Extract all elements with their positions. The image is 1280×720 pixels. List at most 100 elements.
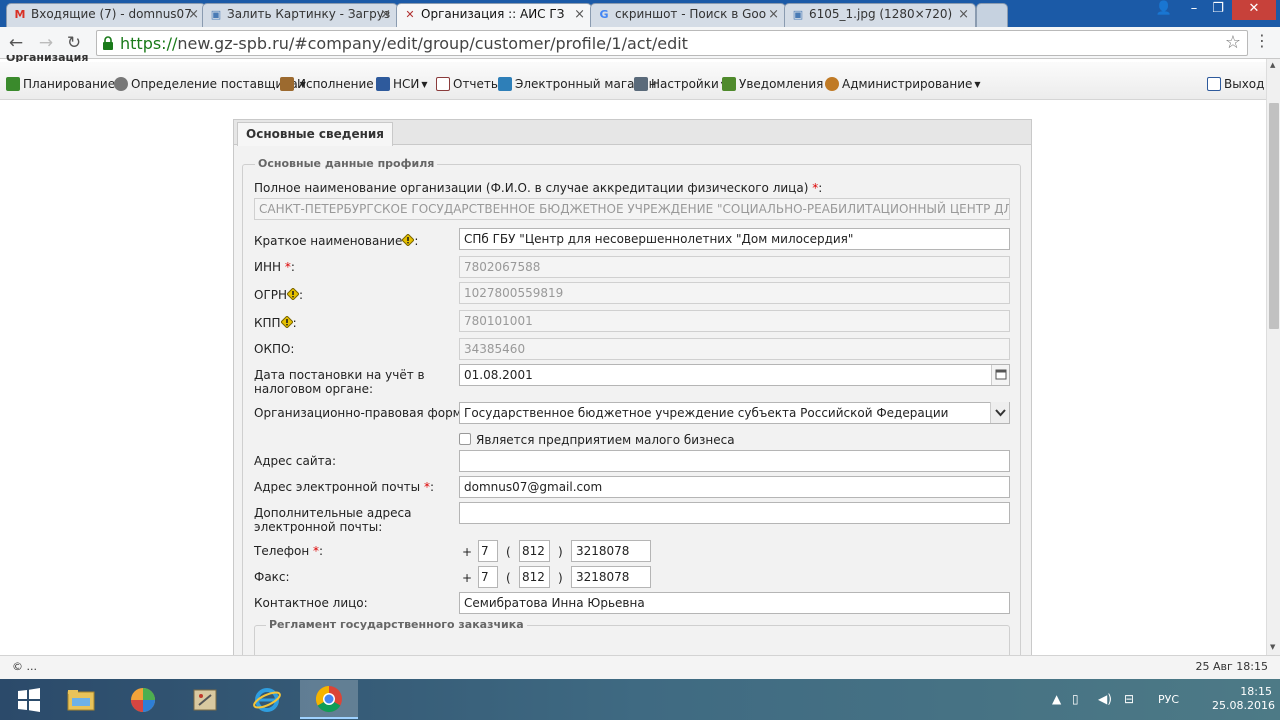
close-icon[interactable]: × (380, 7, 391, 22)
okpo-field[interactable]: 34385460 (459, 338, 1010, 360)
network-icon[interactable]: ⊟ (1124, 692, 1134, 706)
full-name-field[interactable]: САНКТ-ПЕТЕРБУРГСКОЕ ГОСУДАРСТВЕННОЕ БЮДЖ… (254, 198, 1010, 220)
system-tray: ▲ ▯ ◀) ⊟ РУС 18:15 25.08.2016 (1052, 679, 1275, 720)
url-input[interactable]: https://new.gz-spb.ru/#company/edit/grou… (96, 30, 1248, 56)
close-icon[interactable]: × (188, 7, 199, 22)
speaker-icon[interactable]: ◀) (1098, 692, 1112, 706)
new-tab-button[interactable] (976, 3, 1008, 27)
paint-button[interactable] (176, 680, 234, 719)
browser-tab-image[interactable]: ▣ 6105_1.jpg (1280×720) × (784, 3, 976, 27)
browser-menu-icon[interactable]: ⋮ (1254, 33, 1270, 49)
forward-arrow-icon[interactable]: → (34, 32, 58, 54)
admin-user-icon (825, 77, 839, 91)
menu-planning[interactable]: Планирование▼ (6, 77, 123, 91)
tab-main-info[interactable]: Основные сведения (237, 122, 393, 146)
exit-button[interactable]: Выход (1207, 77, 1264, 91)
paren-close: ) (558, 571, 563, 585)
scrollbar-thumb[interactable] (1269, 103, 1279, 329)
short-name-field[interactable]: СПб ГБУ "Центр для несовершеннолетних "Д… (459, 228, 1010, 250)
picasa-button[interactable] (114, 680, 172, 719)
fax-code-field[interactable]: 812 (519, 566, 550, 588)
notification-icon (722, 77, 736, 91)
chevron-down-icon[interactable] (990, 402, 1009, 423)
user-profile-icon[interactable]: 👤 (1150, 0, 1178, 20)
fax-country-field[interactable]: 7 (478, 566, 498, 588)
phone-code-field[interactable]: 812 (519, 540, 550, 562)
bookmark-star-icon[interactable]: ☆ (1225, 32, 1241, 53)
hint-icon (287, 288, 300, 300)
tray-up-icon[interactable]: ▲ (1052, 692, 1061, 706)
scroll-down-icon[interactable]: ▼ (1270, 643, 1275, 651)
legal-form-select[interactable]: Государственное бюджетное учреждение суб… (459, 402, 1010, 424)
url-path: new.gz-spb.ru/#company/edit/group/custom… (177, 34, 688, 53)
chrome-button[interactable] (300, 680, 358, 719)
menu-label: Исполнение (297, 77, 374, 91)
tab-label: Залить Картинку - Загруз (227, 7, 391, 21)
window-close-icon[interactable]: ✕ (1232, 0, 1276, 20)
tax-date-label: Дата постановки на учёт в налоговом орган… (254, 368, 425, 396)
back-arrow-icon[interactable]: ← (4, 32, 28, 54)
menu-administration[interactable]: Администрирование ▼ (825, 77, 981, 91)
browser-tab-gmail[interactable]: M Входящие (7) - domnus07 × (6, 3, 206, 27)
exit-icon (1207, 77, 1221, 91)
tab-label: Входящие (7) - domnus07 (31, 7, 192, 21)
page-title: Организация (6, 55, 89, 62)
close-icon[interactable]: × (574, 7, 585, 22)
cart-icon (498, 77, 512, 91)
inn-field[interactable]: 7802067588 (459, 256, 1010, 278)
address-bar: ← → ↻ https://new.gz-spb.ru/#company/edi… (0, 27, 1280, 59)
close-icon[interactable]: × (768, 7, 779, 22)
browser-tab-organization[interactable]: ✕ Организация :: АИС ГЗ × (396, 3, 592, 27)
language-indicator[interactable]: РУС (1158, 693, 1179, 706)
calendar-icon[interactable] (991, 365, 1009, 385)
phone-number-field[interactable]: 3218078 (571, 540, 651, 562)
menu-settings[interactable]: Настройки▼ (634, 77, 727, 91)
menu-e-shop[interactable]: Электронный магазин (498, 77, 657, 91)
menu-reports[interactable]: Отчеты (436, 77, 500, 91)
contact-field[interactable]: Семибратова Инна Юрьевна (459, 592, 1010, 614)
planning-icon (6, 77, 20, 91)
menu-supplier[interactable]: Определение поставщика ▼ (114, 77, 306, 91)
url-scheme: https:// (120, 34, 178, 53)
phone-label: Телефон *: (254, 544, 324, 558)
google-icon: G (599, 8, 609, 21)
ogrn-field[interactable]: 1027800559819 (459, 282, 1010, 304)
extra-email-field[interactable] (459, 502, 1010, 524)
menu-notifications[interactable]: Уведомления▼ (722, 77, 832, 91)
tax-date-field[interactable]: 01.08.2001 (459, 364, 1010, 386)
menu-label: НСИ (393, 77, 420, 91)
internet-explorer-button[interactable] (238, 680, 296, 719)
clock[interactable]: 18:15 25.08.2016 (1212, 685, 1275, 713)
restore-icon[interactable]: ❐ (1204, 0, 1232, 20)
internet-explorer-icon (253, 687, 281, 712)
menu-execution[interactable]: Исполнение▼ (280, 77, 382, 91)
start-button[interactable] (0, 680, 58, 719)
browser-tab-image-host[interactable]: ▣ Залить Картинку - Загруз × (202, 3, 398, 27)
reload-icon[interactable]: ↻ (62, 32, 86, 54)
regulation-legend: Регламент государственного заказчика (266, 618, 527, 631)
website-field[interactable] (459, 450, 1010, 472)
phone-country-field[interactable]: 7 (478, 540, 498, 562)
tab-label: Организация :: АИС ГЗ (421, 7, 565, 21)
page-scrollbar[interactable]: ▲ ▼ (1266, 59, 1280, 655)
browser-tab-google[interactable]: G скриншот - Поиск в Goo × (590, 3, 786, 27)
fax-label: Факс: (254, 570, 290, 584)
hint-icon (402, 234, 415, 246)
menu-nsi[interactable]: НСИ ▼ (376, 77, 428, 91)
fax-number-field[interactable]: 3218078 (571, 566, 651, 588)
file-explorer-button[interactable] (52, 680, 110, 719)
report-icon (436, 77, 450, 91)
close-icon[interactable]: × (958, 7, 969, 22)
kpp-field[interactable]: 780101001 (459, 310, 1010, 332)
paint-icon (193, 689, 217, 710)
plus-sign: + (462, 571, 473, 585)
folder-icon (67, 689, 95, 710)
email-field[interactable]: domnus07@gmail.com (459, 476, 1010, 498)
device-icon[interactable]: ▯ (1072, 692, 1079, 706)
wrench-icon (634, 77, 648, 91)
scroll-up-icon[interactable]: ▲ (1270, 61, 1275, 69)
menu-label: Планирование (23, 77, 116, 91)
small-business-checkbox[interactable] (459, 433, 471, 445)
extra-email-label: Дополнительные адреса электронной почты: (254, 506, 412, 534)
photo-viewer-icon (131, 687, 155, 712)
